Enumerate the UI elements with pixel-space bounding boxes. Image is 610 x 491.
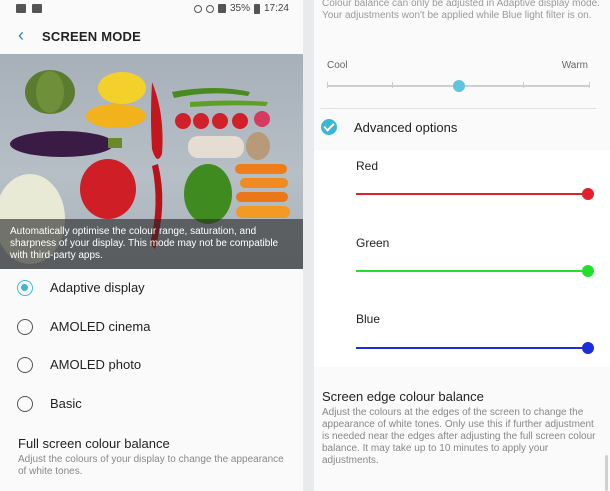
radio-icon[interactable]	[17, 357, 33, 373]
green-label: Green	[356, 236, 390, 250]
red-slider-thumb[interactable]	[582, 188, 594, 200]
temperature-slider-thumb[interactable]	[452, 80, 465, 92]
battery-icon	[253, 3, 260, 14]
slider-tick	[392, 82, 393, 88]
message-icon	[32, 4, 42, 13]
mode-label: Basic	[50, 396, 82, 411]
mode-label: Adaptive display	[50, 280, 145, 295]
radio-icon[interactable]	[17, 396, 33, 412]
green-slider-thumb[interactable]	[582, 265, 594, 277]
mode-option-amoled-photo[interactable]: AMOLED photo	[0, 347, 303, 383]
scrollbar[interactable]	[605, 455, 608, 491]
red-label: Red	[356, 159, 379, 173]
slider-tick	[327, 82, 328, 88]
status-bar: 35% 17:24	[0, 0, 303, 20]
signal-icon	[217, 4, 226, 13]
slider-tick	[589, 82, 590, 88]
mode-label: AMOLED photo	[50, 357, 142, 372]
alarm-icon	[193, 4, 202, 13]
screen-mode-panel: 35% 17:24 ‹ SCREEN MODE Automatically op…	[0, 0, 303, 491]
green-slider-track[interactable]	[356, 270, 588, 272]
battery-text: 35%	[229, 3, 250, 14]
clock-text: 17:24	[263, 3, 289, 14]
mode-option-adaptive[interactable]: Adaptive display	[0, 270, 303, 306]
blue-label: Blue	[356, 312, 381, 326]
radio-icon[interactable]	[17, 319, 33, 335]
blue-slider-track[interactable]	[356, 347, 588, 349]
mode-label: AMOLED cinema	[50, 319, 151, 334]
mode-option-basic[interactable]: Basic	[0, 386, 303, 422]
app-header: ‹ SCREEN MODE	[0, 20, 303, 54]
mode-description: Automatically optimise the colour range,…	[0, 219, 303, 269]
arrow-left-icon[interactable]: ‹	[12, 26, 30, 44]
full-screen-colour-balance-desc: Adjust the colours of your display to ch…	[18, 454, 284, 477]
full-screen-colour-balance-title[interactable]: Full screen colour balance	[18, 436, 170, 451]
slider-tick	[523, 82, 524, 88]
screen-edge-colour-balance-desc: Adjust the colours at the edges of the s…	[322, 407, 596, 466]
page-title: SCREEN MODE	[42, 29, 141, 44]
warm-label: Warm	[561, 60, 588, 71]
preview-image: Automatically optimise the colour range,…	[0, 54, 303, 269]
advanced-options-label[interactable]: Advanced options	[354, 120, 457, 135]
cool-label: Cool	[327, 60, 348, 71]
divider	[320, 108, 596, 109]
screen-edge-colour-balance-title[interactable]: Screen edge colour balance	[322, 389, 484, 404]
gallery-icon	[16, 4, 26, 13]
advanced-options-section: Red Green Blue	[314, 150, 610, 367]
colour-balance-note: Colour balance can only be adjusted in A…	[322, 0, 600, 21]
wifi-icon	[205, 4, 214, 13]
checkbox-checked-icon[interactable]	[321, 119, 337, 135]
colour-balance-panel: Colour balance can only be adjusted in A…	[314, 0, 610, 491]
blue-slider-thumb[interactable]	[582, 342, 594, 354]
mode-option-amoled-cinema[interactable]: AMOLED cinema	[0, 309, 303, 345]
radio-selected-icon[interactable]	[17, 280, 33, 296]
red-slider-track[interactable]	[356, 193, 588, 195]
